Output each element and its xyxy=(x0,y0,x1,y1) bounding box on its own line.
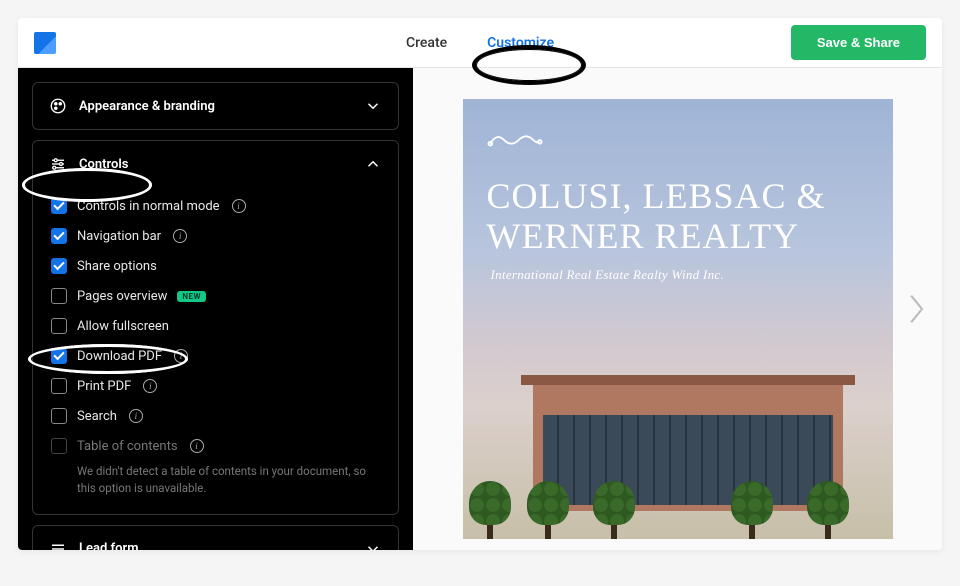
info-icon[interactable]: i xyxy=(129,409,143,423)
next-page-button[interactable] xyxy=(904,289,930,329)
app-logo xyxy=(34,32,56,54)
doc-subtitle: International Real Estate Realty Wind In… xyxy=(491,267,725,283)
new-badge: NEW xyxy=(177,291,206,302)
info-icon[interactable]: i xyxy=(232,199,246,213)
customize-sidebar: Appearance & branding Controls Controls … xyxy=(18,68,413,550)
control-print-pdf[interactable]: Print PDF i xyxy=(43,371,388,401)
section-appearance: Appearance & branding xyxy=(32,82,399,130)
info-icon[interactable]: i xyxy=(190,439,204,453)
doc-title: COLUSI, LEBSAC & WERNER REALTY xyxy=(487,177,869,256)
checkbox-download-pdf[interactable] xyxy=(51,348,67,364)
control-download-pdf[interactable]: Download PDF i xyxy=(43,341,388,371)
checkbox-normal-mode[interactable] xyxy=(51,198,67,214)
chevron-right-icon xyxy=(907,292,927,326)
section-controls-label: Controls xyxy=(79,157,128,172)
info-icon[interactable]: i xyxy=(174,349,188,363)
save-share-button[interactable]: Save & Share xyxy=(791,25,926,60)
control-label: Share options xyxy=(77,259,157,274)
control-fullscreen[interactable]: Allow fullscreen xyxy=(43,311,388,341)
control-label: Print PDF xyxy=(77,379,131,394)
control-label: Table of contents xyxy=(77,439,178,454)
checkbox-fullscreen[interactable] xyxy=(51,318,67,334)
control-normal-mode[interactable]: Controls in normal mode i xyxy=(43,191,388,221)
checkbox-nav-bar[interactable] xyxy=(51,228,67,244)
control-pages-overview[interactable]: Pages overview NEW xyxy=(43,281,388,311)
checkbox-print-pdf[interactable] xyxy=(51,378,67,394)
checkbox-search[interactable] xyxy=(51,408,67,424)
control-share[interactable]: Share options xyxy=(43,251,388,281)
tabs: Create Customize xyxy=(400,31,560,55)
section-controls: Controls Controls in normal mode i Navig… xyxy=(32,140,399,515)
control-label: Navigation bar xyxy=(77,229,161,244)
doc-hero-image xyxy=(463,349,893,539)
tab-customize[interactable]: Customize xyxy=(481,31,560,55)
section-lead-form-label: Lead form xyxy=(79,541,139,550)
chevron-down-icon xyxy=(364,97,382,115)
control-label: Controls in normal mode xyxy=(77,199,220,214)
document-preview: COLUSI, LEBSAC & WERNER REALTY Internati… xyxy=(413,68,942,550)
chevron-up-icon xyxy=(364,155,382,173)
doc-logo-icon xyxy=(487,129,543,151)
control-label: Allow fullscreen xyxy=(77,319,169,334)
section-appearance-label: Appearance & branding xyxy=(79,99,215,114)
toc-unavailable-note: We didn't detect a table of contents in … xyxy=(43,461,388,504)
palette-icon xyxy=(49,97,67,115)
info-icon[interactable]: i xyxy=(173,229,187,243)
topbar: Create Customize Save & Share xyxy=(18,18,942,68)
section-controls-header[interactable]: Controls xyxy=(33,141,398,187)
control-nav-bar[interactable]: Navigation bar i xyxy=(43,221,388,251)
info-icon[interactable]: i xyxy=(143,379,157,393)
checkbox-toc xyxy=(51,438,67,454)
checkbox-pages-overview[interactable] xyxy=(51,288,67,304)
chevron-down-icon xyxy=(364,540,382,551)
checkbox-share[interactable] xyxy=(51,258,67,274)
control-label: Search xyxy=(77,409,117,424)
control-toc: Table of contents i xyxy=(43,431,388,461)
tab-create[interactable]: Create xyxy=(400,31,453,55)
section-lead-form: Lead form xyxy=(32,525,399,551)
control-search[interactable]: Search i xyxy=(43,401,388,431)
sliders-icon xyxy=(49,155,67,173)
section-lead-form-header[interactable]: Lead form xyxy=(33,526,398,551)
document-page[interactable]: COLUSI, LEBSAC & WERNER REALTY Internati… xyxy=(463,99,893,539)
section-appearance-header[interactable]: Appearance & branding xyxy=(33,83,398,129)
form-icon xyxy=(49,540,67,551)
control-label: Pages overview xyxy=(77,289,167,304)
control-label: Download PDF xyxy=(77,349,162,364)
